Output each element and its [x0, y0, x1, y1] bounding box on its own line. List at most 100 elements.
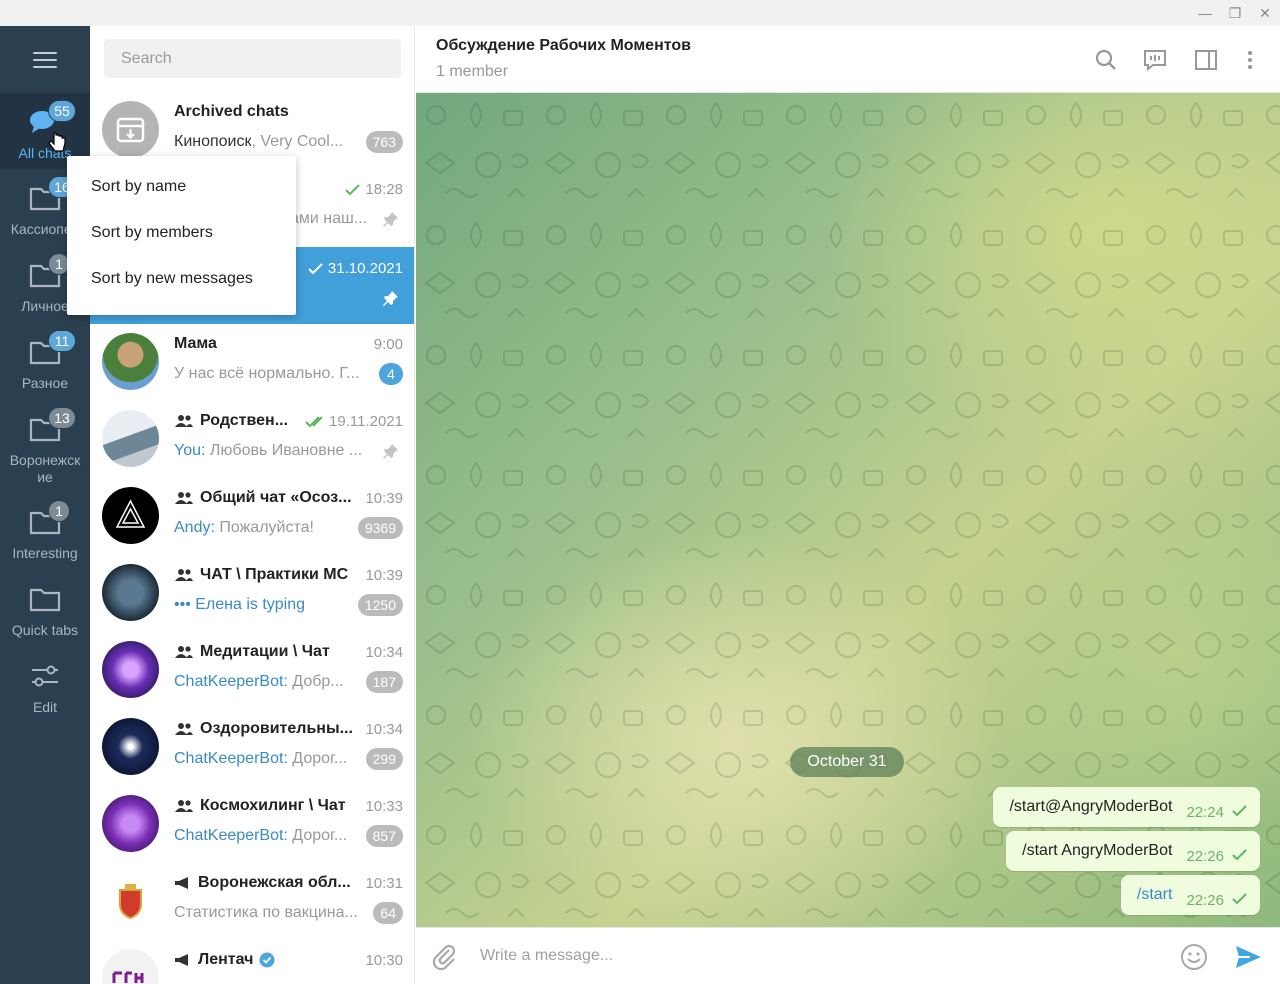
chat-avatar [102, 410, 159, 467]
message-text: /start AngryModerBot [1022, 842, 1173, 859]
chat-title: ЧАТ \ Практики МС [174, 566, 348, 584]
chat-obshchiy[interactable]: Общий чат «Осоз... 10:39 Andy: Пожалуйст… [90, 477, 414, 554]
sort-menu: Sort by name Sort by members Sort by new… [67, 156, 296, 315]
chat-preview: ChatKeeperBot: Дорог... [174, 827, 348, 844]
lentach-logo-icon [112, 971, 144, 983]
read-check-icon [1232, 893, 1247, 905]
chat-meditatsii[interactable]: Медитации \ Чат 10:34 ChatKeeperBot: Доб… [90, 631, 414, 708]
chat-time: 10:39 [365, 567, 403, 584]
message-time: 22:26 [1186, 891, 1224, 909]
folder-label: Воронежские [9, 452, 81, 485]
message-bubble[interactable]: /start@AngryModerBot 22:24 [993, 787, 1260, 827]
message-time: 22:24 [1186, 803, 1224, 821]
message-time: 22:26 [1186, 847, 1224, 865]
chat-preview: You: Любовь Ивановне ... [174, 442, 363, 459]
chat-title: Общий чат «Осоз... [174, 489, 352, 507]
check-icon [345, 183, 361, 195]
chat-preview: Andy: Пожалуйста! [174, 519, 314, 536]
close-icon: ✕ [1259, 4, 1271, 21]
message-text: /start@AngryModerBot [1009, 798, 1173, 815]
message-composer [416, 927, 1280, 984]
paperclip-icon[interactable] [430, 943, 458, 971]
folder-interesting[interactable]: 1 Interesting [0, 493, 90, 569]
chat-background: October 31 /start@AngryModerBot 22:24 /s… [416, 93, 1280, 927]
emoji-icon[interactable] [1180, 943, 1208, 971]
close-window-button[interactable]: ✕ [1250, 0, 1280, 26]
chat-time: 10:31 [365, 875, 403, 892]
chat-mama[interactable]: Мама 9:00 У нас всё нормально. Г... 4 [90, 323, 414, 400]
restore-icon: ❐ [1228, 4, 1242, 21]
message-command-link[interactable]: /start [1137, 886, 1173, 904]
group-icon [175, 800, 193, 812]
sort-by-new-messages-option[interactable]: Sort by new messages [67, 256, 296, 302]
chat-title: Родствен... [174, 412, 288, 430]
chat-preview: Статистика по вакцина... [174, 904, 358, 921]
pin-icon [383, 444, 398, 459]
chat-header-title[interactable]: Обсуждение Рабочих Моментов [436, 37, 691, 55]
chat-time: 31.10.2021 [308, 260, 403, 277]
chat-title: Воронежская обл... [174, 874, 351, 892]
sidebar-toggle-icon[interactable] [1194, 48, 1218, 72]
chat-preview: ChatKeeperBot: Дорог... [174, 750, 348, 767]
chat-title: Оздоровительны... [174, 720, 353, 738]
group-icon [175, 569, 193, 581]
folder-voronezhskie[interactable]: 13 Воронежские [0, 400, 90, 492]
folder-icon [29, 588, 61, 612]
chat-kosmohiling[interactable]: Космохилинг \ Чат 10:33 ChatKeeperBot: Д… [90, 785, 414, 862]
chat-time: 10:33 [365, 798, 403, 815]
read-check-icon [1232, 805, 1247, 817]
chat-preview: ChatKeeperBot: Добр... [174, 673, 344, 690]
chat-title: Archived chats [174, 103, 289, 120]
chat-preview: ами наш... [290, 210, 368, 227]
search-input[interactable] [104, 39, 401, 78]
date-separator: October 31 [790, 747, 904, 777]
chat-time: 10:34 [365, 644, 403, 661]
unread-badge: 1250 [357, 594, 403, 616]
more-vertical-icon[interactable] [1238, 48, 1262, 72]
chat-avatar [102, 564, 159, 621]
restore-button[interactable]: ❐ [1220, 0, 1250, 26]
chat-header: Обсуждение Рабочих Моментов 1 member [416, 26, 1280, 93]
message-bubble[interactable]: /start 22:26 [1120, 875, 1260, 915]
sort-by-name-option[interactable]: Sort by name [67, 164, 296, 210]
chat-title: Космохилинг \ Чат [174, 797, 346, 815]
chat-time: 10:30 [365, 952, 403, 969]
chat-preview: ••• Елена is typing [174, 596, 306, 613]
send-icon[interactable] [1234, 943, 1262, 971]
check-icon [308, 262, 323, 274]
verified-icon [259, 952, 275, 968]
chat-rodstvenniki[interactable]: Родствен... 19.11.2021 You: Любовь Ивано… [90, 400, 414, 477]
chat-time: 19.11.2021 [305, 413, 403, 430]
chat-preview: У нас всё нормально. Г... [174, 365, 360, 382]
folder-edit[interactable]: Edit [0, 647, 90, 723]
chat-title: Медитации \ Чат [174, 643, 330, 661]
unread-badge: 763 [365, 131, 403, 153]
folder-badge: 55 [48, 100, 76, 122]
folder-label: Разное [21, 375, 69, 391]
cursor-hand-icon [48, 132, 66, 152]
message-input[interactable] [480, 940, 1160, 972]
chat-avatar [102, 718, 159, 775]
chat-avatar [102, 641, 159, 698]
unread-badge: 857 [365, 825, 403, 847]
folder-quick-tabs[interactable]: Quick tabs [0, 570, 90, 646]
chat-time: 18:28 [345, 181, 403, 198]
triangle-logo-icon [115, 499, 146, 528]
window-titlebar: — ❐ ✕ [0, 0, 1280, 26]
hamburger-menu-icon[interactable] [33, 52, 57, 68]
chat-ozdorovitelny[interactable]: Оздоровительны... 10:34 ChatKeeperBot: Д… [90, 708, 414, 785]
chat-avatar [102, 872, 159, 929]
message-bubble[interactable]: /start AngryModerBot 22:26 [1006, 831, 1260, 871]
comments-icon[interactable] [1143, 48, 1167, 72]
folder-raznoe[interactable]: 11 Разное [0, 323, 90, 399]
minimize-button[interactable]: — [1190, 0, 1220, 26]
chat-praktiki-ms[interactable]: ЧАТ \ Практики МС 10:39 ••• Елена is typ… [90, 554, 414, 631]
chat-lentach[interactable]: Лентач 10:30 [90, 939, 414, 984]
chat-time: 9:00 [373, 336, 403, 353]
megaphone-icon [175, 954, 188, 966]
chat-voronezhskaya[interactable]: Воронежская обл... 10:31 Статистика по в… [90, 862, 414, 939]
folder-badge: 1 [48, 500, 70, 522]
search-icon[interactable] [1094, 48, 1118, 72]
sort-by-members-option[interactable]: Sort by members [67, 210, 296, 256]
folder-label: Quick tabs [11, 622, 79, 638]
